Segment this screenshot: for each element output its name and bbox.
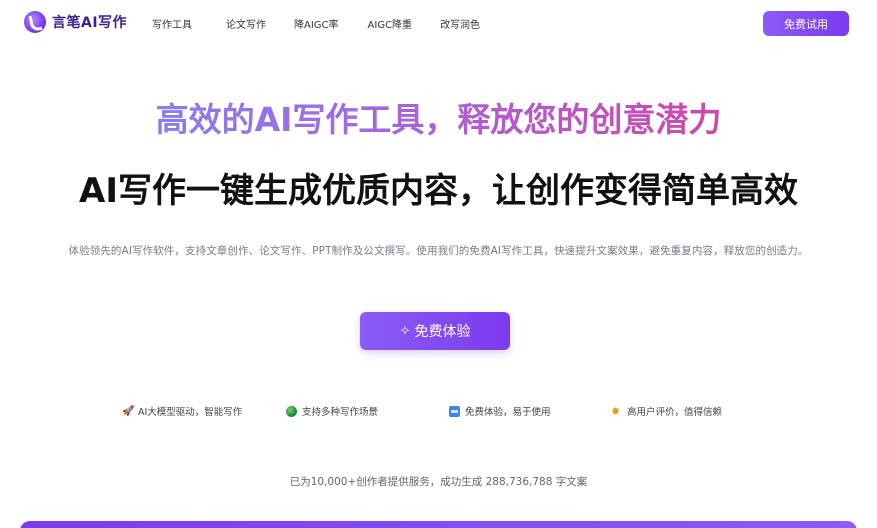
free-experience-label: 免费体验 (414, 324, 471, 340)
feature-item: 高用户评价，值得信赖 (611, 404, 722, 418)
feature-label: 高用户评价，值得信赖 (627, 407, 723, 418)
sparkle-icon: ✧ (399, 323, 411, 339)
feature-label: AI大模型驱动，智能写作 (138, 407, 243, 418)
feature-label: 免费体验，易于使用 (465, 407, 551, 418)
brand[interactable]: 言笔AI写作 (24, 11, 127, 33)
hero-gradient-title: 高效的AI写作工具，释放您的创意潜力 (0, 98, 877, 142)
nav-links: 写作工具 论文写作 降AIGC率 AIGC降重 改写润色 (152, 16, 480, 31)
free-experience-button[interactable]: ✧ 免费体验 (360, 312, 510, 350)
nav-link-writing-tools[interactable]: 写作工具 (152, 16, 192, 31)
hero-title: AI写作一键生成优质内容，让创作变得简单高效 (79, 171, 798, 211)
top-nav: 言笔AI写作 写作工具 论文写作 降AIGC率 AIGC降重 改写润色 免费试用 (0, 0, 877, 46)
nav-link-rewrite-polish[interactable]: 改写润色 (440, 16, 480, 31)
nav-link-reduce-aigc-rate[interactable]: 降AIGC率 (294, 16, 339, 31)
globe-icon (286, 405, 297, 417)
bottom-banner (20, 521, 857, 528)
feature-item: 支持多种写作场景 (286, 404, 378, 418)
star-icon (611, 406, 622, 417)
feature-label: 支持多种写作场景 (302, 407, 379, 418)
rocket-icon (122, 406, 133, 417)
hero-description: 体验领先的AI写作软件，支持文章创作、论文写作、PPT制作及公文撰写。使用我们的… (68, 245, 809, 257)
quill-logo-icon (24, 11, 46, 33)
brand-name: 言笔AI写作 (52, 15, 128, 31)
nav-link-aigc-dedup[interactable]: AIGC降重 (368, 16, 413, 31)
feature-item: AI大模型驱动，智能写作 (122, 404, 242, 418)
nav-link-paper-writing[interactable]: 论文写作 (226, 16, 266, 31)
free-trial-button[interactable]: 免费试用 (763, 11, 849, 36)
feature-item: 免费体验，易于使用 (449, 404, 551, 418)
free-icon (449, 405, 460, 417)
page: 言笔AI写作 写作工具 论文写作 降AIGC率 AIGC降重 改写润色 免费试用… (0, 0, 877, 528)
usage-stats: 已为10,000+创作者提供服务，成功生成 288,736,788 字文案 (289, 476, 588, 488)
feature-list: AI大模型驱动，智能写作 支持多种写作场景 免费体验，易于使用 高用户评价，值得… (0, 404, 877, 420)
